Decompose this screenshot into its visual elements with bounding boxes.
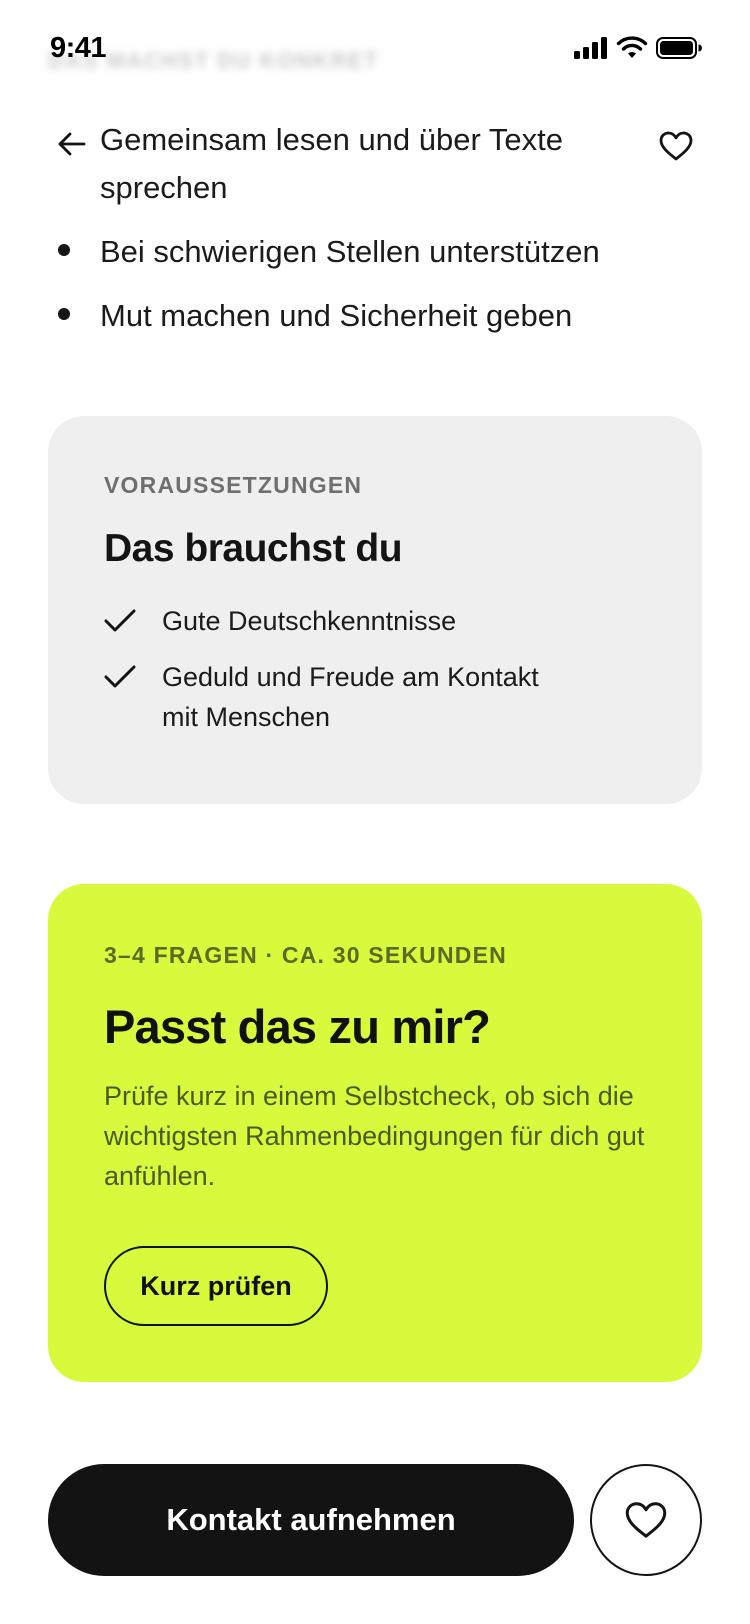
quick-check-button[interactable]: Kurz prüfen bbox=[104, 1246, 328, 1326]
self-check-card: 3–4 FRAGEN · CA. 30 SEKUNDEN Passt das z… bbox=[48, 884, 702, 1382]
task-list: Gemeinsam lesen und über Texte sprechen … bbox=[58, 116, 698, 356]
requirement-text: Gute Deutschkenntnisse bbox=[162, 606, 457, 636]
bullet-dot bbox=[58, 244, 70, 256]
requirement-text: Geduld und Freude am Kontakt mit Mensche… bbox=[162, 662, 539, 732]
list-item: Gemeinsam lesen und über Texte sprechen bbox=[58, 116, 698, 212]
wifi-icon bbox=[616, 36, 648, 58]
heart-icon bbox=[625, 1502, 667, 1538]
self-check-description: Prüfe kurz in einem Selbstcheck, ob sich… bbox=[104, 1081, 645, 1191]
self-check-eyebrow: 3–4 FRAGEN · CA. 30 SEKUNDEN bbox=[104, 942, 507, 968]
bullet-dot bbox=[58, 308, 70, 320]
favorite-button[interactable] bbox=[590, 1464, 702, 1576]
battery-icon bbox=[656, 37, 702, 59]
status-bar: DAS MACHST DU KONKRET 9:41 bbox=[0, 0, 750, 96]
requirements-card: VORAUSSETZUNGEN Das brauchst du Gute Deu… bbox=[48, 416, 702, 804]
list-item: Bei schwierigen Stellen unterstützen bbox=[58, 228, 698, 276]
list-item-text: Mut machen und Sicherheit geben bbox=[100, 298, 573, 333]
cellular-signal-icon bbox=[574, 37, 607, 59]
self-check-title: Passt das zu mir? bbox=[104, 1000, 491, 1053]
list-item-text: Gemeinsam lesen und über Texte sprechen bbox=[100, 122, 563, 205]
requirements-list: Gute Deutschkenntnisse Geduld und Freude… bbox=[104, 601, 646, 737]
requirement-item: Gute Deutschkenntnisse bbox=[104, 601, 646, 641]
arrow-left-icon bbox=[58, 132, 86, 156]
contact-button[interactable]: Kontakt aufnehmen bbox=[48, 1464, 574, 1576]
requirements-eyebrow: VORAUSSETZUNGEN bbox=[104, 472, 363, 498]
favorite-button-top[interactable] bbox=[654, 124, 698, 168]
heart-icon bbox=[659, 131, 693, 161]
back-button[interactable] bbox=[52, 124, 92, 164]
requirement-item: Geduld und Freude am Kontakt mit Mensche… bbox=[104, 657, 646, 737]
requirements-title: Das brauchst du bbox=[104, 527, 403, 570]
list-item: Mut machen und Sicherheit geben bbox=[58, 292, 698, 340]
list-item-text: Bei schwierigen Stellen unterstützen bbox=[100, 234, 600, 269]
checkmark-icon bbox=[104, 601, 140, 641]
status-icons bbox=[574, 36, 702, 60]
checkmark-icon bbox=[104, 657, 140, 697]
status-time: 9:41 bbox=[50, 32, 107, 64]
